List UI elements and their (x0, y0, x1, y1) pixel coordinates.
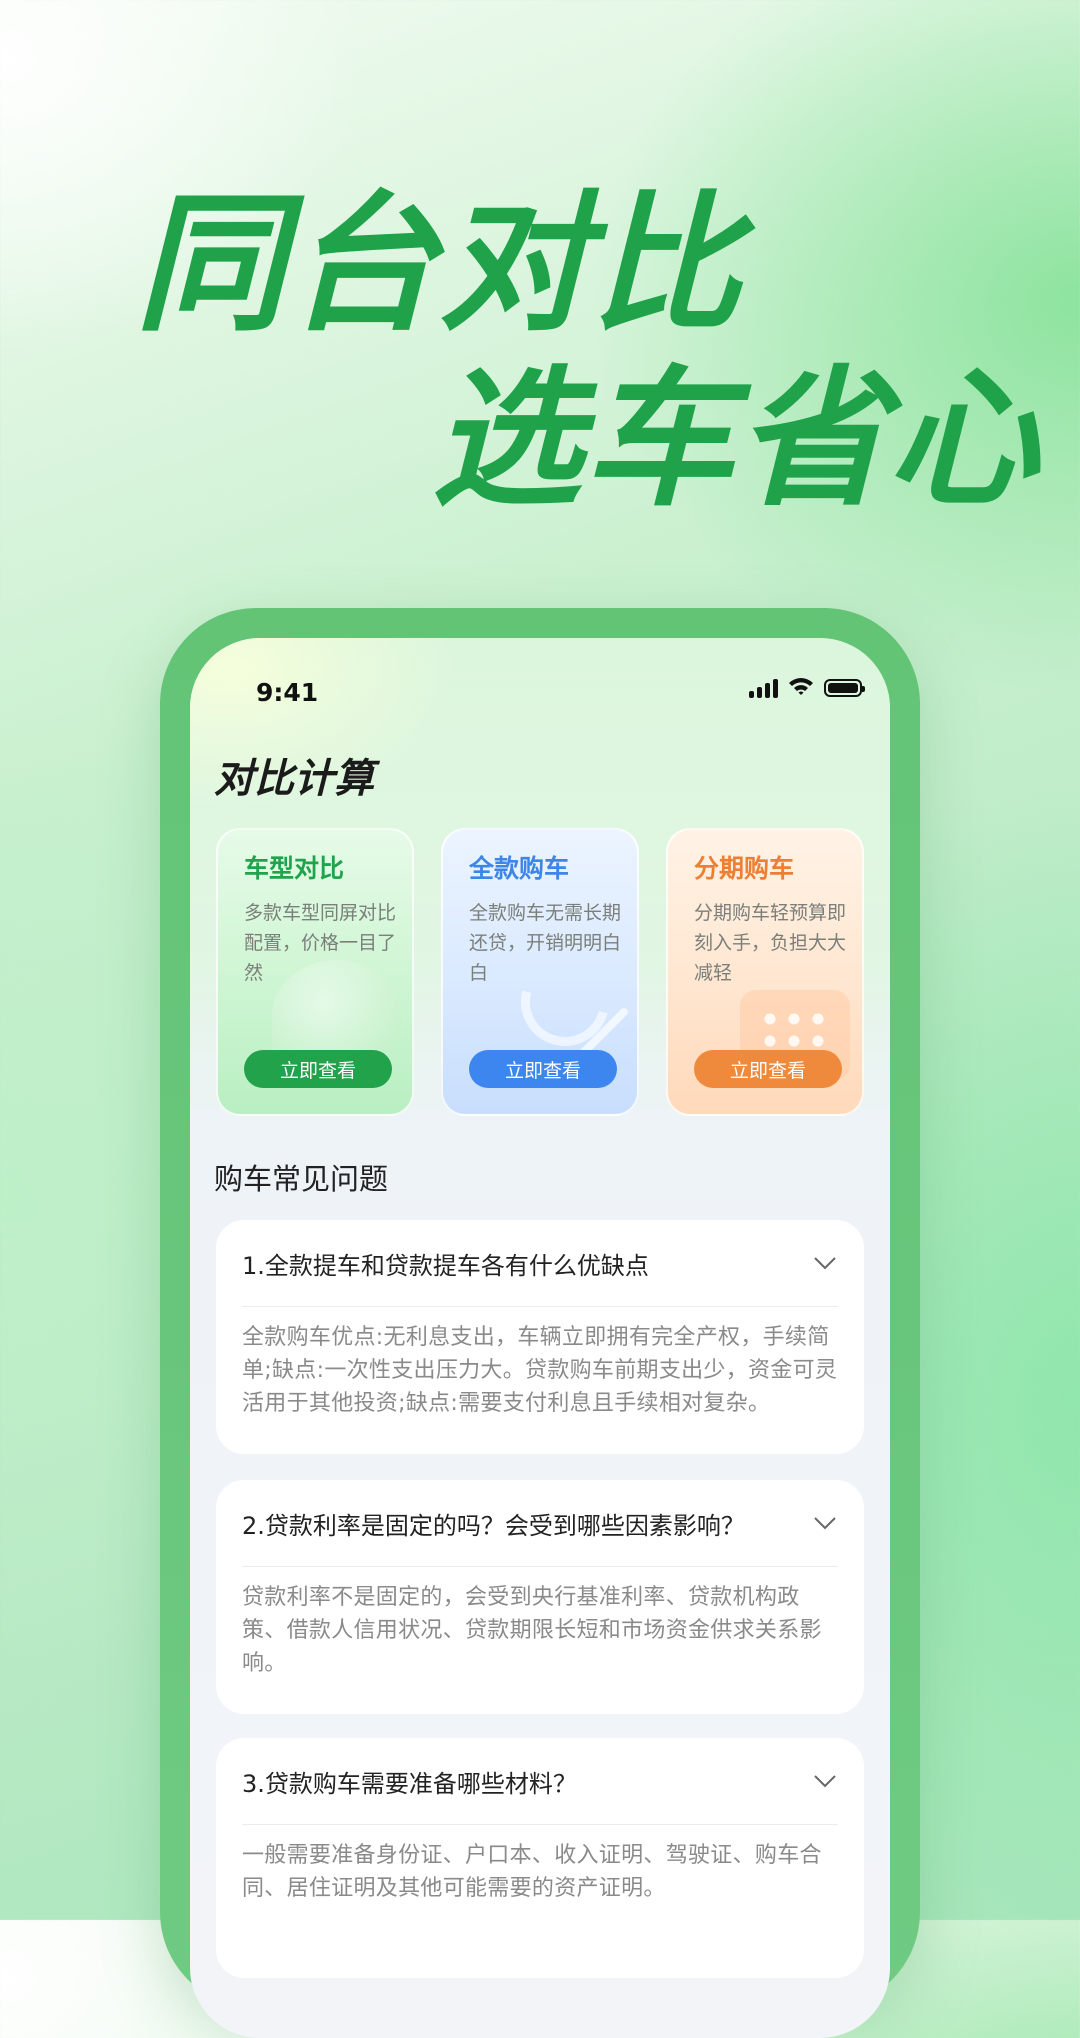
card-full-payment[interactable]: 全款购车 全款购车无需长期还贷，开销明明白白 立即查看 (441, 828, 639, 1116)
card-model-compare[interactable]: 车型对比 多款车型同屏对比配置，价格一目了然 立即查看 (216, 828, 414, 1116)
page-title: 对比计算 (214, 756, 374, 802)
faq-question-row[interactable]: 2.贷款利率是固定的吗？会受到哪些因素影响？ (242, 1480, 838, 1567)
faq-question: 1.全款提车和贷款提车各有什么优缺点 (242, 1251, 649, 1280)
chevron-down-icon[interactable] (812, 1250, 838, 1276)
card-description: 分期购车轻预算即刻入手，负担大大减轻 (694, 902, 847, 984)
faq-question-row[interactable]: 3.贷款购车需要准备哪些材料？ (242, 1738, 838, 1825)
card-description: 多款车型同屏对比配置，价格一目了然 (244, 902, 397, 984)
status-bar: 9:41 (190, 638, 890, 728)
card-title: 车型对比 (244, 854, 345, 883)
phone-screen: 9:41 对比计算 车型对比 多款车型同屏对比配置，价格一目了然 立即查看 全款… (190, 638, 890, 2038)
card-title: 分期购车 (694, 854, 795, 883)
chevron-down-icon[interactable] (812, 1768, 838, 1794)
chevron-down-icon[interactable] (812, 1510, 838, 1536)
hero-title-line-1: 同台对比 (135, 178, 744, 352)
faq-item: 3.贷款购车需要准备哪些材料？ 一般需要准备身份证、户口本、收入证明、驾驶证、购… (216, 1738, 864, 1978)
hero-title-line-2: 选车省心 (432, 353, 1041, 527)
faq-question-row[interactable]: 1.全款提车和贷款提车各有什么优缺点 (242, 1220, 838, 1307)
battery-icon (824, 679, 865, 697)
card-installment[interactable]: 分期购车 分期购车轻预算即刻入手，负担大大减轻 立即查看 (666, 828, 864, 1116)
card-description: 全款购车无需长期还贷，开销明明白白 (469, 902, 622, 984)
phone-mockup: 9:41 对比计算 车型对比 多款车型同屏对比配置，价格一目了然 立即查看 全款… (160, 608, 920, 2038)
view-now-button[interactable]: 立即查看 (244, 1050, 392, 1088)
faq-item: 2.贷款利率是固定的吗？会受到哪些因素影响？ 贷款利率不是固定的，会受到央行基准… (216, 1480, 864, 1714)
faq-answer: 全款购车优点:无利息支出，车辆立即拥有完全产权，手续简单;缺点:一次性支出压力大… (242, 1325, 838, 1416)
faq-item: 1.全款提车和贷款提车各有什么优缺点 全款购车优点:无利息支出，车辆立即拥有完全… (216, 1220, 864, 1454)
status-icons (749, 676, 865, 700)
wifi-icon (788, 676, 814, 700)
card-title: 全款购车 (469, 854, 570, 883)
view-now-button[interactable]: 立即查看 (694, 1050, 842, 1088)
faq-heading: 购车常见问题 (214, 1162, 389, 1196)
faq-answer: 贷款利率不是固定的，会受到央行基准利率、贷款机构政策、借款人信用状况、贷款期限长… (242, 1585, 822, 1676)
signal-icon (749, 678, 778, 698)
status-time: 9:41 (256, 678, 319, 707)
faq-question: 2.贷款利率是固定的吗？会受到哪些因素影响？ (242, 1511, 745, 1540)
faq-answer: 一般需要准备身份证、户口本、收入证明、驾驶证、购车合同、居住证明及其他可能需要的… (242, 1843, 822, 1901)
faq-question: 3.贷款购车需要准备哪些材料？ (242, 1769, 577, 1798)
view-now-button[interactable]: 立即查看 (469, 1050, 617, 1088)
